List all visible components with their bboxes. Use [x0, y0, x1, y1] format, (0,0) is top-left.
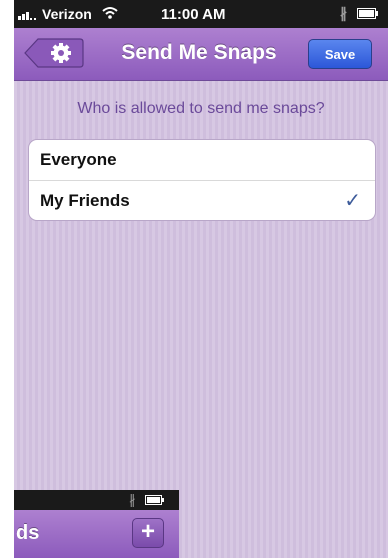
- gear-icon: [51, 43, 71, 63]
- carrier-name: Verizon: [42, 6, 92, 22]
- option-everyone[interactable]: Everyone: [29, 140, 375, 180]
- bluetooth-icon: ∦: [129, 492, 136, 507]
- navigation-bar: Send Me Snaps Save: [14, 28, 388, 81]
- status-time: 11:00 AM: [161, 6, 226, 23]
- add-friend-button[interactable]: +: [132, 518, 164, 548]
- bluetooth-icon: ∦: [340, 5, 347, 21]
- option-label: My Friends: [40, 191, 130, 210]
- wifi-icon: [102, 7, 118, 19]
- page-title: Send Me Snaps: [121, 41, 277, 64]
- option-label: Everyone: [40, 150, 117, 169]
- overlapping-screenshot: ∦ ds +: [14, 490, 179, 558]
- battery-icon: [145, 495, 164, 505]
- page-title-fragment: ds: [16, 522, 40, 544]
- status-bar: Verizon 11:00 AM ∦: [14, 0, 388, 28]
- checkmark-icon: ✓: [344, 190, 361, 212]
- privacy-question: Who is allowed to send me snaps?: [77, 100, 325, 117]
- battery-icon: [357, 8, 378, 19]
- save-button[interactable]: Save: [308, 39, 372, 69]
- signal-bars-icon: [18, 12, 36, 20]
- phone-screen: Verizon 11:00 AM ∦ Send Me Snaps Save Wh…: [14, 0, 388, 558]
- snap-permission-options: Everyone My Friends ✓: [28, 139, 376, 221]
- navigation-bar: ds +: [14, 510, 179, 558]
- back-settings-button[interactable]: [24, 38, 84, 68]
- status-bar: ∦: [14, 490, 179, 510]
- option-my-friends[interactable]: My Friends ✓: [29, 180, 375, 220]
